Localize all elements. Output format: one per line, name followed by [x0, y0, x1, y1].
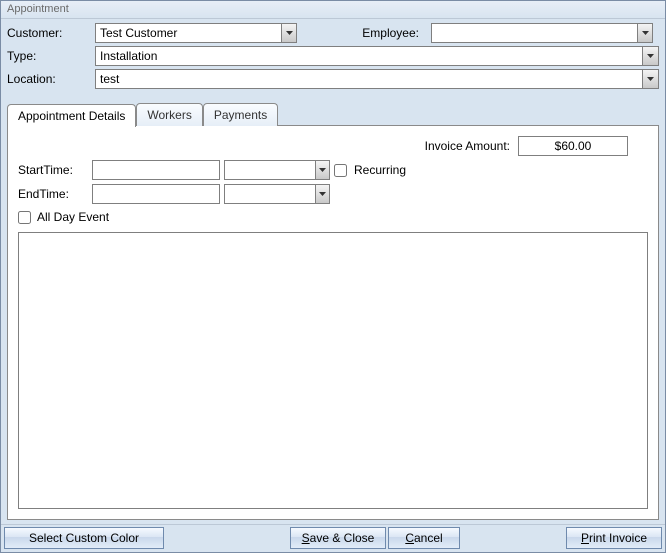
end-time-combo[interactable]: [224, 184, 330, 204]
endtime-label: EndTime:: [18, 187, 88, 201]
customer-combo[interactable]: [95, 23, 297, 43]
chevron-down-icon[interactable]: [642, 47, 658, 65]
end-time-field[interactable]: [225, 185, 315, 203]
location-combo[interactable]: [95, 69, 659, 89]
chevron-down-icon[interactable]: [315, 185, 329, 203]
save-close-button[interactable]: Save & Close: [290, 527, 386, 549]
print-label-tail: rint Invoice: [589, 531, 647, 545]
employee-combo[interactable]: [431, 23, 653, 43]
employee-label: Employee:: [345, 26, 425, 40]
header-form: Customer: Employee: Type:: [1, 19, 665, 102]
tab-container: Appointment Details Workers Payments Inv…: [1, 102, 665, 524]
chevron-down-icon[interactable]: [637, 24, 652, 42]
start-time-combo[interactable]: [224, 160, 330, 180]
type-label: Type:: [7, 49, 89, 63]
start-date-field[interactable]: [92, 160, 220, 180]
tabstrip: Appointment Details Workers Payments: [7, 102, 659, 126]
start-time-field[interactable]: [225, 161, 315, 179]
tab-appointment-details[interactable]: Appointment Details: [7, 104, 136, 127]
location-label: Location:: [7, 72, 89, 86]
employee-field[interactable]: [432, 24, 637, 42]
cancel-label-tail: ancel: [414, 531, 443, 545]
tab-workers[interactable]: Workers: [136, 103, 202, 126]
allday-label: All Day Event: [37, 210, 109, 224]
appointment-window: Appointment Customer: Employee: Type:: [0, 0, 666, 553]
window-title: Appointment: [1, 1, 665, 19]
end-date-field[interactable]: [92, 184, 220, 204]
location-field[interactable]: [96, 70, 642, 88]
button-bar: Select Custom Color Save & Close Cancel …: [1, 524, 665, 552]
chevron-down-icon[interactable]: [642, 70, 658, 88]
save-label-tail: ave & Close: [310, 531, 375, 545]
customer-field[interactable]: [96, 24, 281, 42]
select-custom-color-button[interactable]: Select Custom Color: [4, 527, 164, 549]
starttime-label: StartTime:: [18, 163, 88, 177]
appointment-details-panel: Invoice Amount: $60.00 StartTime: Recurr…: [7, 125, 659, 520]
chevron-down-icon[interactable]: [315, 161, 329, 179]
cancel-button[interactable]: Cancel: [388, 527, 460, 549]
invoice-amount-label: Invoice Amount:: [425, 139, 510, 153]
allday-checkbox[interactable]: [18, 211, 31, 224]
print-invoice-button[interactable]: Print Invoice: [566, 527, 662, 549]
type-field[interactable]: [96, 47, 642, 65]
customer-label: Customer:: [7, 26, 89, 40]
tab-payments[interactable]: Payments: [203, 103, 278, 126]
recurring-checkbox[interactable]: [334, 164, 347, 177]
invoice-amount-value: $60.00: [518, 136, 628, 156]
notes-field[interactable]: [18, 232, 648, 509]
chevron-down-icon[interactable]: [281, 24, 296, 42]
type-combo[interactable]: [95, 46, 659, 66]
recurring-label: Recurring: [354, 163, 406, 177]
